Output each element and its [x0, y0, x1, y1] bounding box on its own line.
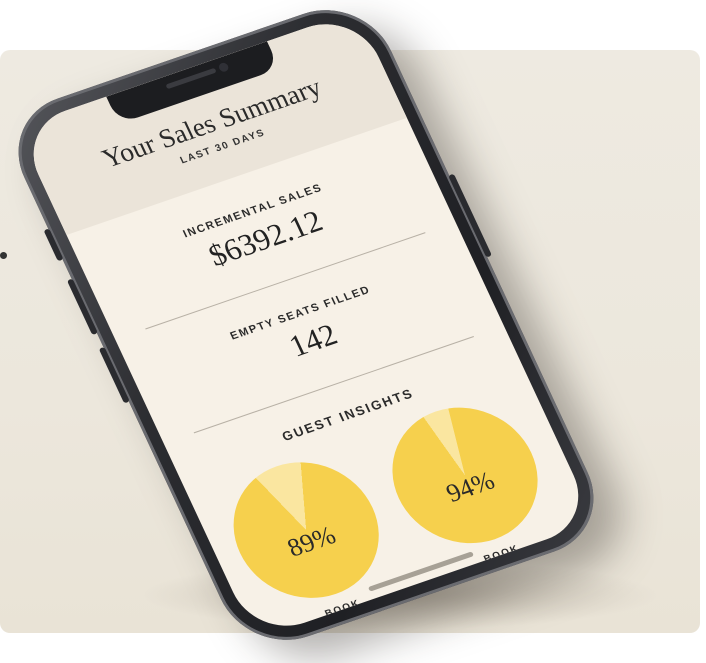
empty-seats-value: 142 [283, 316, 343, 364]
off-peak-percent: 89% [282, 520, 341, 563]
same-day-percent: 94% [441, 465, 500, 508]
camera-icon [217, 61, 230, 73]
carousel-dot[interactable] [0, 252, 7, 259]
